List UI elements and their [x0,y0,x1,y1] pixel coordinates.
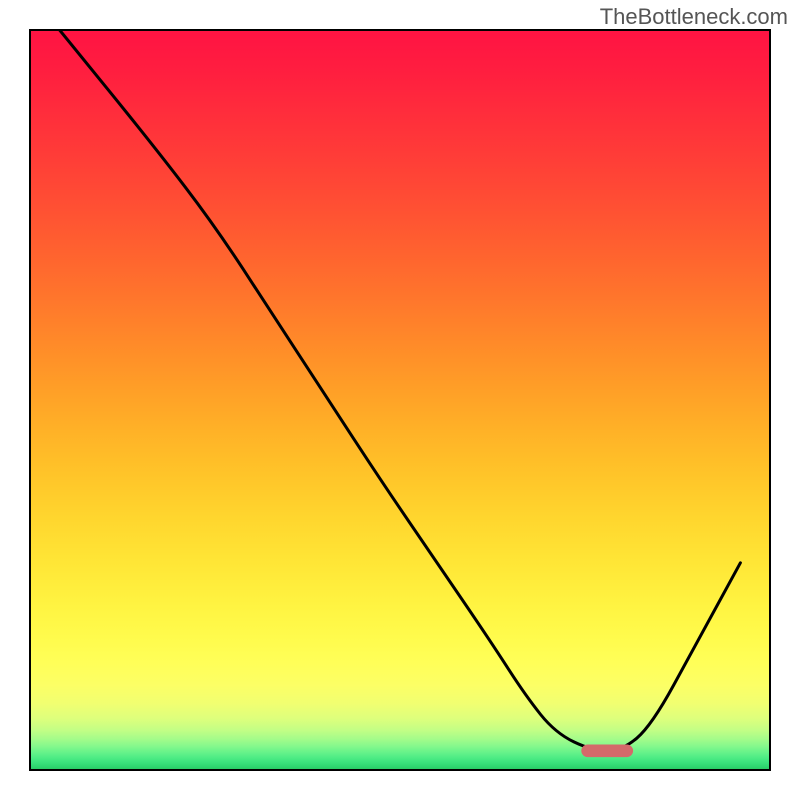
watermark-text: TheBottleneck.com [600,4,788,30]
chart-container: TheBottleneck.com [0,0,800,800]
chart-background [30,30,770,770]
chart-svg [0,0,800,800]
optimal-range-marker [581,745,633,758]
